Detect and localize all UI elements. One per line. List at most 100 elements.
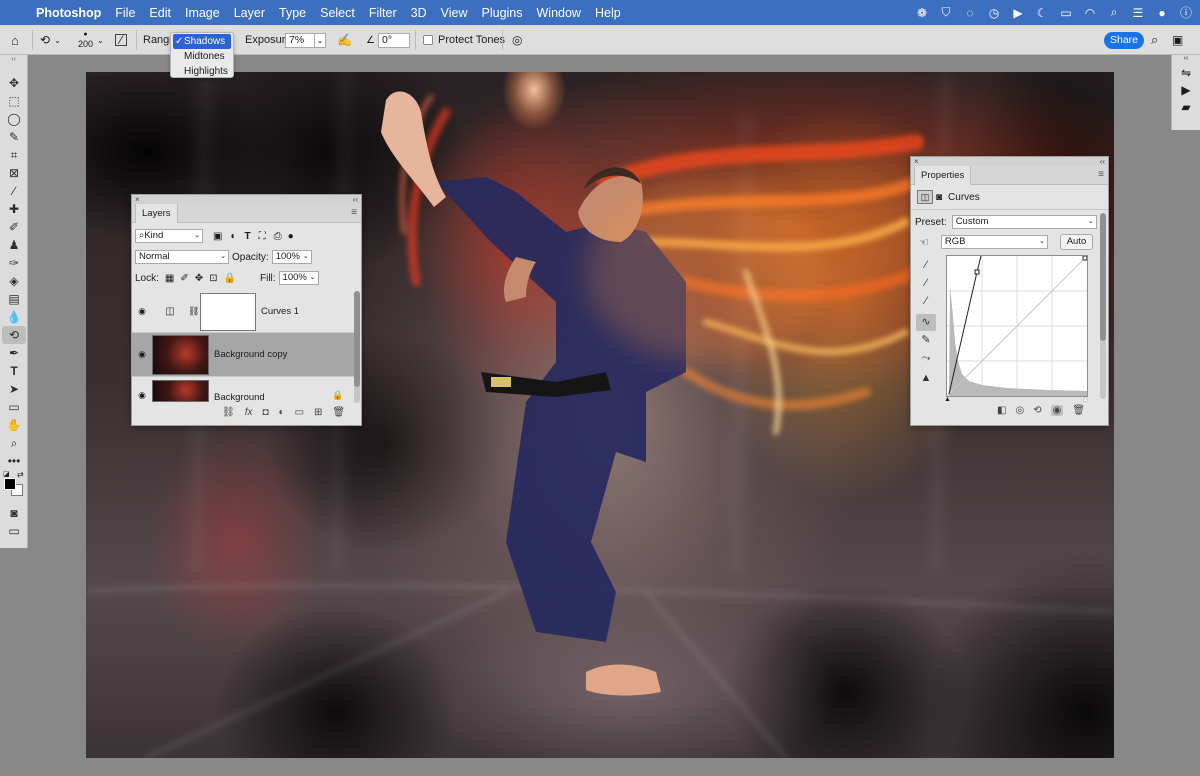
layer-row[interactable]: ◉ Background copy <box>132 333 354 377</box>
chevron-down-icon[interactable]: ⌄ <box>97 25 104 55</box>
range-option-highlights[interactable]: Highlights <box>171 64 233 79</box>
path-selection-tool-icon[interactable]: ➤ <box>2 380 26 398</box>
preset-select[interactable]: Custom ⌄ <box>951 215 1097 229</box>
search-icon[interactable]: ⌕ <box>1151 25 1158 55</box>
protect-tones-checkbox[interactable] <box>423 25 433 55</box>
collapse-icon[interactable]: ‹‹ <box>353 195 358 204</box>
dodge-tool-icon[interactable]: ⟲ <box>2 326 26 344</box>
visibility-eye-icon[interactable]: ◉ <box>1050 405 1064 416</box>
brush-preset-picker[interactable]: ● 200 <box>78 25 93 55</box>
collapse-icon[interactable]: ‹‹ <box>1100 157 1105 166</box>
mask-icon[interactable]: ◙ <box>936 192 942 203</box>
history-panel-icon[interactable]: ⇋ <box>1172 65 1200 82</box>
creative-cloud-icon[interactable]: ❁ <box>916 6 928 20</box>
clone-stamp-tool-icon[interactable]: ♟ <box>2 236 26 254</box>
marquee-tool-icon[interactable]: ⬚ <box>2 92 26 110</box>
properties-scrollbar[interactable] <box>1100 213 1106 399</box>
visibility-eye-icon[interactable]: ◉ <box>132 349 152 360</box>
play-circle-icon[interactable]: ▶ <box>1012 6 1024 20</box>
home-icon[interactable]: ⌂ <box>11 25 19 55</box>
crop-tool-icon[interactable]: ⌗ <box>2 146 26 164</box>
foreground-color-swatch[interactable] <box>4 478 16 490</box>
spotlight-search-icon[interactable]: ⌕ <box>1108 5 1120 20</box>
siri-icon[interactable]: ● <box>1156 6 1168 20</box>
zoom-tool-icon[interactable]: ⌕ <box>2 434 26 452</box>
swap-colors-icon[interactable]: ⇄ <box>17 470 24 479</box>
reset-icon[interactable]: ⟲ <box>1033 405 1041 416</box>
menu-layer[interactable]: Layer <box>234 6 265 20</box>
clipping-warning-icon[interactable]: ▲ <box>916 370 936 387</box>
add-mask-icon[interactable]: ◘ <box>262 407 268 418</box>
panel-menu-icon[interactable]: ≡ <box>1098 169 1104 180</box>
new-group-icon[interactable]: ▭ <box>295 407 304 418</box>
menu-select[interactable]: Select <box>320 6 355 20</box>
curve-control-point[interactable] <box>974 269 980 275</box>
range-option-shadows[interactable]: Shadows <box>173 34 231 49</box>
angle-control[interactable]: 0° <box>378 25 410 55</box>
layer-row[interactable]: ◉ ◫ ⛓ Curves 1 <box>132 291 354 333</box>
fx-icon[interactable]: fx <box>245 407 253 418</box>
menu-image[interactable]: Image <box>185 6 220 20</box>
clip-to-layer-icon[interactable]: ◧ <box>997 405 1006 416</box>
share-button[interactable]: Share <box>1104 32 1144 49</box>
range-option-midtones[interactable]: Midtones <box>171 49 233 64</box>
filter-pixel-icon[interactable]: ▣ <box>213 231 222 242</box>
blur-tool-icon[interactable]: 💧 <box>2 308 26 326</box>
quick-select-tool-icon[interactable]: ✎ <box>2 128 26 146</box>
filter-adjustment-icon[interactable]: ◐ <box>230 231 236 242</box>
exposure-input[interactable]: 7% <box>285 32 315 48</box>
history-brush-tool-icon[interactable]: ✑ <box>2 254 26 272</box>
screen-mode-icon[interactable]: ▭ <box>2 522 26 540</box>
filter-shape-icon[interactable]: ⛶ <box>259 231 266 242</box>
black-point-eyedropper-icon[interactable]: ⁄ <box>916 257 936 274</box>
link-layers-icon[interactable]: ⛓ <box>222 407 235 418</box>
wifi-icon[interactable]: ◠ <box>1084 6 1096 20</box>
default-colors-icon[interactable]: ◪ <box>3 470 10 478</box>
layer-mask-thumbnail[interactable] <box>200 292 256 331</box>
pen-tool-icon[interactable]: ✒ <box>2 344 26 362</box>
move-tool-icon[interactable]: ✥ <box>2 74 26 92</box>
lasso-tool-icon[interactable]: ◯ <box>2 110 26 128</box>
curves-adjustment-icon[interactable]: ◫ <box>917 190 933 204</box>
control-center-icon[interactable]: ☰ <box>1132 6 1144 20</box>
filter-kind-select[interactable]: ⌕Kind ⌄ <box>135 229 203 243</box>
scrollbar-thumb[interactable] <box>1100 213 1106 341</box>
gray-point-eyedropper-icon[interactable]: ⁄ <box>916 275 936 292</box>
menu-type[interactable]: Type <box>279 6 306 20</box>
workspace-icon[interactable]: ▣ <box>1172 25 1183 55</box>
info-icon[interactable]: ⓘ <box>1180 4 1192 21</box>
new-adjustment-icon[interactable]: ◐ <box>279 407 285 418</box>
menu-window[interactable]: Window <box>537 6 581 20</box>
edit-points-curve-icon[interactable]: ∿ <box>916 314 936 331</box>
gradient-tool-icon[interactable]: ▤ <box>2 290 26 308</box>
sync-icon[interactable]: ◌ <box>964 6 976 20</box>
new-layer-icon[interactable]: ⊞ <box>314 407 322 418</box>
airbrush-icon[interactable]: ✍ <box>337 25 352 55</box>
rectangle-tool-icon[interactable]: ▭ <box>2 398 26 416</box>
eraser-tool-icon[interactable]: ◈ <box>2 272 26 290</box>
brush-tool-icon[interactable]: ✐ <box>2 218 26 236</box>
layer-row[interactable]: ◉ Background 🔒 <box>132 377 354 403</box>
smooth-curve-icon[interactable]: ⤳ <box>916 350 936 367</box>
fill-input[interactable]: 100% ⌄ <box>278 271 319 285</box>
battery-icon[interactable]: ▭ <box>1060 6 1072 20</box>
panel-menu-icon[interactable]: ≡ <box>351 207 357 218</box>
lock-position-icon[interactable]: ✥ <box>195 273 203 284</box>
auto-button[interactable]: Auto <box>1060 234 1093 250</box>
moon-icon[interactable]: ☾ <box>1036 6 1048 20</box>
opacity-input[interactable]: 100% ⌄ <box>271 250 312 264</box>
mask-link-icon[interactable]: ⛓ <box>188 306 200 317</box>
trash-icon[interactable]: 🗑 <box>332 407 345 418</box>
curve-line[interactable] <box>948 255 982 395</box>
filter-smart-object-icon[interactable]: ⎙ <box>274 231 282 242</box>
on-image-adjust-icon[interactable]: ☜ <box>919 236 929 249</box>
lock-all-icon[interactable]: 🔒 <box>224 273 236 284</box>
visibility-eye-icon[interactable]: ◉ <box>132 390 152 401</box>
hand-tool-icon[interactable]: ✋ <box>2 416 26 434</box>
lock-artboard-icon[interactable]: ⊡ <box>209 273 217 284</box>
menu-view[interactable]: View <box>441 6 468 20</box>
filter-toggle-icon[interactable]: ● <box>288 231 294 242</box>
menu-help[interactable]: Help <box>595 6 621 20</box>
menu-3d[interactable]: 3D <box>411 6 427 20</box>
lock-image-icon[interactable]: ✐ <box>180 273 188 284</box>
